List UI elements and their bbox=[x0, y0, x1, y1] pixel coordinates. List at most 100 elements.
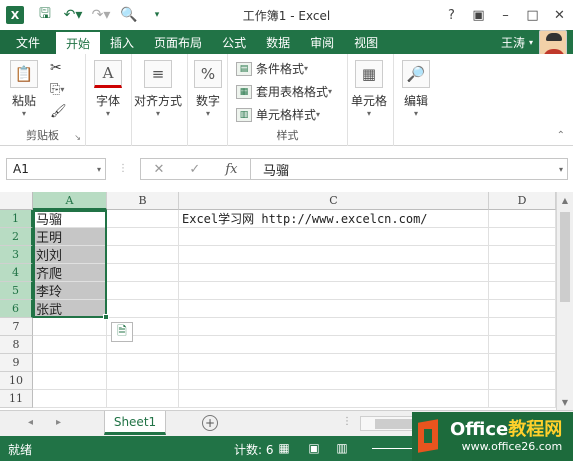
page-break-view-icon[interactable]: ▥ bbox=[334, 440, 350, 456]
print-preview-icon[interactable]: 🔍 bbox=[118, 7, 140, 23]
font-button[interactable]: A 字体 ▾ bbox=[94, 60, 122, 118]
cell-b6[interactable] bbox=[107, 300, 179, 318]
cell-a2[interactable]: 王明 bbox=[33, 228, 107, 246]
row-header[interactable]: 6 bbox=[0, 300, 33, 318]
cell-a5[interactable]: 李玲 bbox=[33, 282, 107, 300]
add-sheet-button[interactable]: + bbox=[202, 415, 218, 431]
column-header-d[interactable]: D bbox=[489, 192, 556, 210]
cell-c9[interactable] bbox=[179, 354, 489, 372]
collapse-ribbon-icon[interactable]: ⌃ bbox=[557, 130, 565, 141]
cell-d3[interactable] bbox=[489, 246, 556, 264]
cell-c6[interactable] bbox=[179, 300, 489, 318]
cell-b10[interactable] bbox=[107, 372, 179, 390]
cell-d5[interactable] bbox=[489, 282, 556, 300]
cell-c7[interactable] bbox=[179, 318, 489, 336]
scroll-up-icon[interactable]: ▲ bbox=[557, 192, 573, 208]
fill-handle[interactable] bbox=[103, 314, 109, 320]
cell-c4[interactable] bbox=[179, 264, 489, 282]
number-button[interactable]: % 数字 ▾ bbox=[194, 60, 222, 118]
cell-b1[interactable] bbox=[107, 210, 179, 228]
close-button[interactable]: ✕ bbox=[546, 8, 573, 23]
cell-a6[interactable]: 张武 bbox=[33, 300, 107, 318]
cell-b5[interactable] bbox=[107, 282, 179, 300]
zoom-slider[interactable] bbox=[372, 448, 412, 449]
cells-button[interactable]: ▦ 单元格 ▾ bbox=[351, 60, 387, 118]
minimize-button[interactable]: – bbox=[492, 8, 519, 23]
tab-page-layout[interactable]: 页面布局 bbox=[144, 30, 212, 54]
redo-icon[interactable]: ↷▾ bbox=[90, 7, 112, 23]
tab-home[interactable]: 开始 bbox=[56, 32, 101, 54]
cell-b9[interactable] bbox=[107, 354, 179, 372]
insert-function-icon[interactable]: fx bbox=[225, 162, 237, 177]
help-button[interactable]: ? bbox=[438, 8, 465, 23]
tab-review[interactable]: 审阅 bbox=[300, 30, 344, 54]
cell-b3[interactable] bbox=[107, 246, 179, 264]
row-header[interactable]: 11 bbox=[0, 390, 33, 408]
row-header[interactable]: 1 bbox=[0, 210, 33, 228]
worksheet-grid[interactable]: A B C D 1 马骝 Excel学习网 http://www.excelcn.c… bbox=[0, 192, 573, 410]
tab-insert[interactable]: 插入 bbox=[100, 30, 144, 54]
tab-view[interactable]: 视图 bbox=[344, 30, 388, 54]
cell-styles-button[interactable]: ▥ 单元格样式 ▾ bbox=[236, 106, 320, 123]
cell-a4[interactable]: 齐爬 bbox=[33, 264, 107, 282]
row-header[interactable]: 9 bbox=[0, 354, 33, 372]
cell-d6[interactable] bbox=[489, 300, 556, 318]
format-painter-button[interactable]: 🖌 bbox=[50, 104, 67, 119]
cell-c5[interactable] bbox=[179, 282, 489, 300]
conditional-format-button[interactable]: ▤ 条件格式 ▾ bbox=[236, 60, 308, 77]
row-header[interactable]: 7 bbox=[0, 318, 33, 336]
cell-d1[interactable] bbox=[489, 210, 556, 228]
vertical-scrollbar[interactable]: ▲ ▼ bbox=[556, 192, 573, 410]
dialog-launcher-icon[interactable]: ↘ bbox=[74, 133, 81, 142]
tab-file[interactable]: 文件 bbox=[0, 30, 57, 54]
row-header[interactable]: 10 bbox=[0, 372, 33, 390]
cell-d2[interactable] bbox=[489, 228, 556, 246]
cell-c1[interactable]: Excel学习网 http://www.excelcn.com/ bbox=[179, 210, 489, 228]
cell-d4[interactable] bbox=[489, 264, 556, 282]
format-as-table-button[interactable]: ▦ 套用表格格式 ▾ bbox=[236, 83, 332, 100]
sheet-tab-sheet1[interactable]: Sheet1 bbox=[104, 411, 166, 435]
tab-formulas[interactable]: 公式 bbox=[212, 30, 256, 54]
column-header-a[interactable]: A bbox=[33, 192, 107, 210]
cell-a11[interactable] bbox=[33, 390, 107, 408]
cell-d9[interactable] bbox=[489, 354, 556, 372]
formula-input[interactable]: 马骝 ▾ bbox=[250, 158, 568, 180]
cell-d10[interactable] bbox=[489, 372, 556, 390]
copy-button[interactable]: ⎘ ▾ bbox=[50, 82, 64, 97]
cut-button[interactable]: ✂ bbox=[50, 60, 62, 76]
cell-c2[interactable] bbox=[179, 228, 489, 246]
vertical-scroll-thumb[interactable] bbox=[560, 212, 570, 302]
cell-a1[interactable]: 马骝 bbox=[33, 210, 107, 228]
cell-c10[interactable] bbox=[179, 372, 489, 390]
page-layout-view-icon[interactable]: ▣ bbox=[306, 440, 322, 456]
row-header[interactable]: 5 bbox=[0, 282, 33, 300]
row-header[interactable]: 4 bbox=[0, 264, 33, 282]
customize-qat-icon[interactable]: ▾ bbox=[146, 10, 168, 20]
cell-b2[interactable] bbox=[107, 228, 179, 246]
ribbon-display-button[interactable]: ▣ bbox=[465, 8, 492, 23]
cell-a8[interactable] bbox=[33, 336, 107, 354]
cell-b4[interactable] bbox=[107, 264, 179, 282]
row-header[interactable]: 2 bbox=[0, 228, 33, 246]
undo-icon[interactable]: ↶▾ bbox=[62, 7, 84, 23]
cell-d8[interactable] bbox=[489, 336, 556, 354]
select-all-corner[interactable] bbox=[0, 192, 33, 210]
column-header-c[interactable]: C bbox=[179, 192, 489, 210]
next-sheet-icon[interactable]: ▸ bbox=[56, 417, 61, 428]
cell-c3[interactable] bbox=[179, 246, 489, 264]
column-header-b[interactable]: B bbox=[107, 192, 179, 210]
tab-data[interactable]: 数据 bbox=[256, 30, 300, 54]
cancel-icon[interactable]: ✕ bbox=[154, 162, 165, 177]
cell-a10[interactable] bbox=[33, 372, 107, 390]
alignment-button[interactable]: ≡ 对齐方式 ▾ bbox=[134, 60, 182, 118]
save-icon[interactable]: 🖫 bbox=[34, 3, 56, 27]
name-box[interactable]: A1 ▾ bbox=[6, 158, 106, 180]
cell-a9[interactable] bbox=[33, 354, 107, 372]
row-header[interactable]: 3 bbox=[0, 246, 33, 264]
scroll-down-icon[interactable]: ▼ bbox=[557, 394, 573, 410]
editing-button[interactable]: 🔎 编辑 ▾ bbox=[402, 60, 430, 118]
prev-sheet-icon[interactable]: ◂ bbox=[28, 417, 33, 428]
quick-analysis-icon[interactable]: 🗎 bbox=[111, 322, 133, 342]
confirm-icon[interactable]: ✓ bbox=[189, 162, 200, 177]
row-header[interactable]: 8 bbox=[0, 336, 33, 354]
